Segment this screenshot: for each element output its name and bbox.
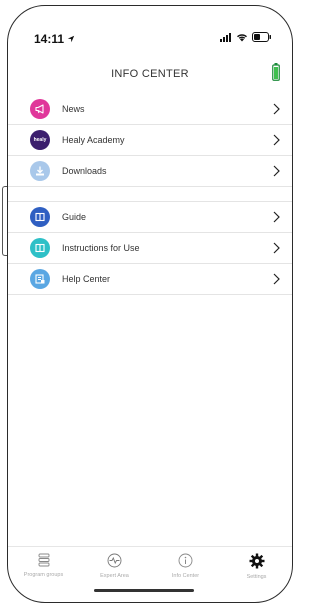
info-icon	[178, 553, 193, 568]
home-indicator	[94, 589, 194, 592]
status-bar: 14:11	[8, 6, 292, 46]
bottom-nav: Program groups Expert Area Info Center S…	[8, 546, 292, 586]
chevron-right-icon	[273, 242, 280, 254]
menu-item-healy-academy[interactable]: healy Healy Academy	[8, 125, 292, 156]
status-time: 14:11	[34, 32, 75, 46]
chevron-right-icon	[273, 165, 280, 177]
list-section-divider	[8, 187, 292, 202]
wifi-icon	[237, 33, 247, 41]
healy-logo-text: healy	[33, 137, 47, 143]
menu-item-help-center[interactable]: Help Center	[8, 264, 292, 295]
pulse-icon	[107, 553, 122, 568]
help-book-icon	[30, 269, 50, 289]
tab-label: Program groups	[23, 572, 64, 578]
menu-item-label: Guide	[62, 212, 87, 222]
chevron-right-icon	[273, 134, 280, 146]
page-title: INFO CENTER	[111, 68, 189, 80]
menu-item-label: Help Center	[62, 274, 111, 284]
phone-frame: 14:11 INFO CENTER News healy Healy Acade…	[7, 5, 293, 603]
menu-item-label: Healy Academy	[62, 135, 125, 145]
menu-item-instructions-for-use[interactable]: Instructions for Use	[8, 233, 292, 264]
book-icon	[30, 238, 50, 258]
menu-item-downloads[interactable]: Downloads	[8, 156, 292, 187]
download-icon	[30, 161, 50, 181]
book-icon	[30, 207, 50, 227]
gear-icon	[249, 553, 264, 569]
megaphone-icon	[30, 99, 50, 119]
menu-item-label: Instructions for Use	[62, 243, 140, 253]
chevron-right-icon	[273, 211, 280, 223]
chevron-right-icon	[273, 273, 280, 285]
chevron-right-icon	[273, 103, 280, 115]
tab-label: Settings	[246, 574, 267, 580]
menu-list: News healy Healy Academy Downloads Guide…	[8, 94, 292, 295]
healy-academy-logo: healy	[30, 130, 50, 150]
list-icon	[38, 553, 49, 567]
app-header: INFO CENTER	[8, 58, 292, 88]
tab-settings[interactable]: Settings	[221, 547, 292, 586]
tab-expert-area[interactable]: Expert Area	[79, 547, 150, 586]
battery-icon	[252, 32, 271, 42]
location-arrow-icon	[67, 35, 75, 43]
tab-info-center[interactable]: Info Center	[150, 547, 221, 586]
status-time-text: 14:11	[34, 32, 65, 46]
tab-program-groups[interactable]: Program groups	[8, 547, 79, 586]
status-icons	[220, 32, 272, 42]
menu-item-news[interactable]: News	[8, 94, 292, 125]
tab-label: Info Center	[171, 573, 200, 579]
device-battery-icon[interactable]	[272, 63, 280, 81]
tab-label: Expert Area	[100, 573, 129, 579]
menu-item-label: News	[62, 104, 85, 114]
menu-item-guide[interactable]: Guide	[8, 202, 292, 233]
signal-icon	[220, 32, 231, 42]
menu-item-label: Downloads	[62, 166, 107, 176]
